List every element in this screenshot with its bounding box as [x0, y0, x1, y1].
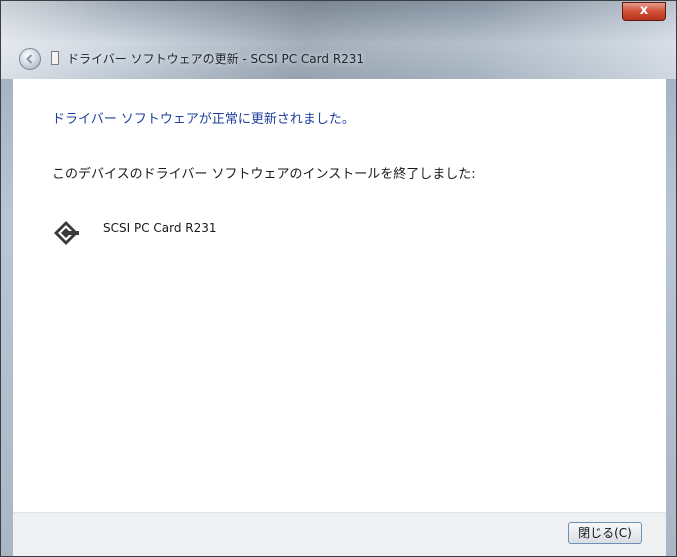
driver-update-dialog: x ドライバー ソフトウェアの更新 - SCSI PC Card R231 ドラ… [0, 0, 677, 557]
title-bar[interactable]: x ドライバー ソフトウェアの更新 - SCSI PC Card R231 [1, 1, 676, 79]
scsi-device-icon [54, 221, 79, 245]
close-button[interactable]: 閉じる(C) [568, 522, 642, 544]
window-close-button[interactable]: x [622, 2, 666, 21]
back-button[interactable] [19, 48, 41, 70]
document-icon [51, 51, 59, 65]
window-title: ドライバー ソフトウェアの更新 - SCSI PC Card R231 [67, 52, 365, 66]
device-name: SCSI PC Card R231 [103, 221, 217, 235]
dialog-footer: 閉じる(C) [13, 512, 666, 556]
install-finished-text: このデバイスのドライバー ソフトウェアのインストールを終了しました: [52, 167, 476, 182]
content-panel: ドライバー ソフトウェアが正常に更新されました。 このデバイスのドライバー ソフ… [13, 79, 666, 512]
back-arrow-icon [26, 54, 33, 64]
success-heading: ドライバー ソフトウェアが正常に更新されました。 [52, 112, 355, 127]
